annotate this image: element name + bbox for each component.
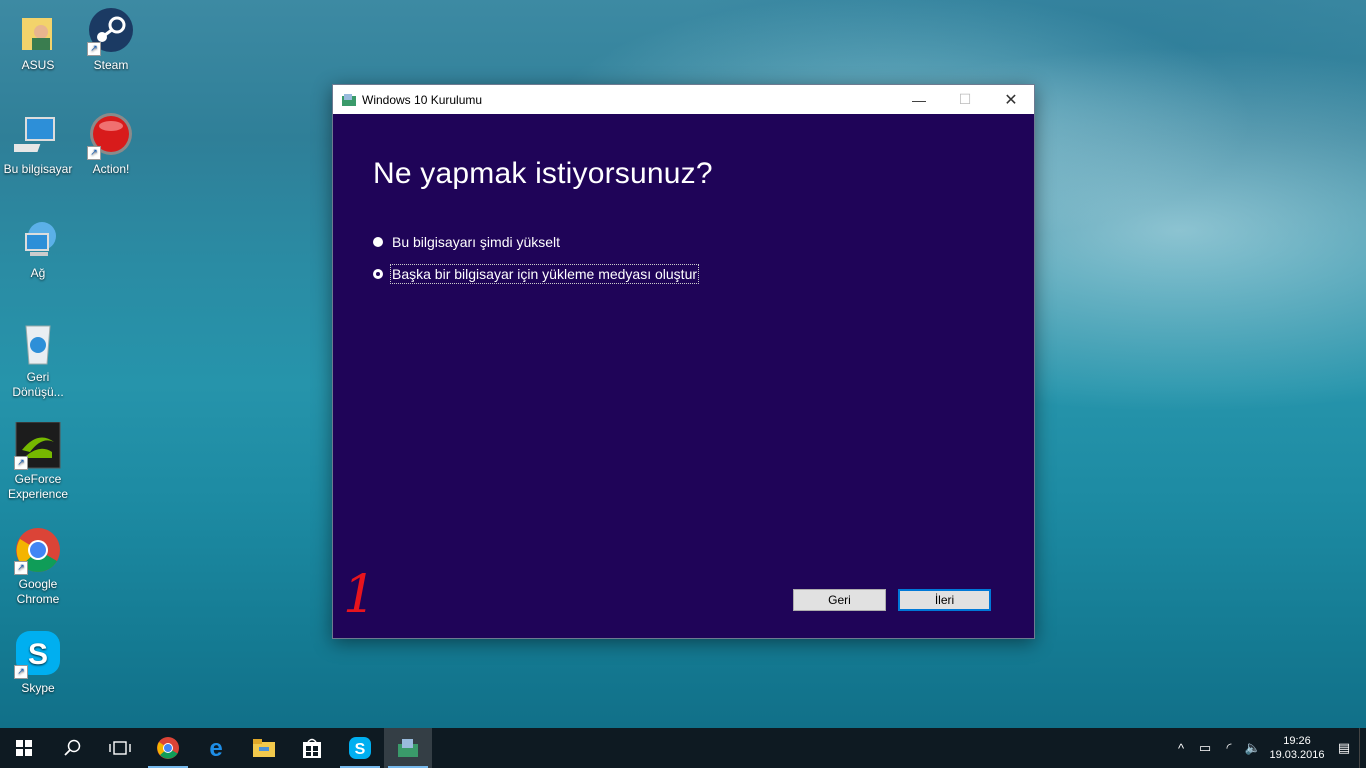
chevron-up-icon[interactable]: ^	[1169, 741, 1193, 756]
desktop-icon-label: GeForce Experience	[7, 472, 69, 501]
battery-icon[interactable]: ▭	[1193, 740, 1217, 756]
clock[interactable]: 19:26 19.03.2016	[1265, 734, 1329, 762]
steam-icon: ↗	[87, 8, 135, 56]
desktop-icon-steam[interactable]: ↗ Steam	[74, 8, 148, 73]
minimize-icon: —	[912, 91, 926, 108]
desktop-icon-chrome[interactable]: ↗ Google Chrome	[1, 527, 75, 607]
taskbar: e S ^ ▭ ◜ 🔈 19:26 19.03.2016 ▤	[0, 728, 1366, 768]
shortcut-arrow-icon: ↗	[14, 561, 28, 575]
taskbar-store[interactable]	[288, 728, 336, 768]
task-view-button[interactable]	[96, 728, 144, 768]
taskbar-edge[interactable]: e	[192, 728, 240, 768]
shortcut-arrow-icon: ↗	[14, 456, 28, 470]
desktop-icon-label: Steam	[93, 58, 129, 72]
desktop-icon-this-pc[interactable]: Bu bilgisayar	[1, 112, 75, 177]
windows-setup-icon	[398, 739, 418, 757]
taskbar-file-explorer[interactable]	[240, 728, 288, 768]
radio-button-selected[interactable]	[373, 269, 383, 279]
shortcut-arrow-icon: ↗	[87, 146, 101, 160]
maximize-button: ☐	[942, 85, 988, 114]
show-desktop-button[interactable]	[1359, 728, 1366, 768]
window-titlebar[interactable]: Windows 10 Kurulumu — ☐ ✕	[333, 85, 1034, 114]
chrome-icon: ↗	[14, 527, 62, 575]
wifi-icon[interactable]: ◜	[1217, 740, 1241, 756]
option-upgrade-this-pc[interactable]: Bu bilgisayarı şimdi yükselt	[373, 234, 560, 250]
desktop-icon-geforce[interactable]: ↗ GeForce Experience	[1, 421, 75, 502]
shortcut-arrow-icon: ↗	[87, 42, 101, 56]
network-icon	[14, 216, 62, 264]
windows-setup-icon	[342, 93, 356, 106]
desktop-icon-label: ASUS	[21, 58, 55, 72]
setup-window[interactable]: Windows 10 Kurulumu — ☐ ✕ Ne yapmak isti…	[332, 84, 1035, 639]
taskbar-chrome[interactable]	[144, 728, 192, 768]
shortcut-arrow-icon: ↗	[14, 665, 28, 679]
skype-icon: S ↗	[14, 631, 62, 679]
desktop-icon-label: Action!	[92, 162, 130, 176]
store-icon	[303, 738, 321, 758]
close-icon: ✕	[1004, 91, 1018, 109]
start-button[interactable]	[0, 728, 48, 768]
user-folder-icon	[14, 8, 62, 56]
desktop-icon-recycle-bin[interactable]: Geri Dönüşü...	[1, 320, 75, 400]
svg-text:S: S	[355, 741, 366, 758]
nvidia-icon: ↗	[14, 421, 62, 470]
back-button[interactable]: Geri	[793, 589, 886, 611]
annotation-number: 1	[343, 565, 377, 625]
desktop-icon-label: Skype	[21, 681, 55, 695]
option-label: Başka bir bilgisayar için yükleme medyas…	[389, 264, 700, 284]
radio-button[interactable]	[373, 237, 383, 247]
window-content: Ne yapmak istiyorsunuz? Bu bilgisayarı ş…	[333, 115, 1034, 638]
search-icon	[64, 739, 81, 756]
page-title: Ne yapmak istiyorsunuz?	[373, 157, 713, 190]
task-view-icon	[109, 741, 131, 755]
maximize-icon: ☐	[958, 91, 972, 107]
desktop-icon-label: Bu bilgisayar	[3, 162, 73, 176]
option-label: Bu bilgisayarı şimdi yükselt	[392, 234, 561, 250]
next-button[interactable]: İleri	[898, 589, 991, 611]
recycle-bin-icon	[14, 320, 62, 368]
option-create-media[interactable]: Başka bir bilgisayar için yükleme medyas…	[373, 264, 700, 284]
volume-icon[interactable]: 🔈	[1241, 740, 1265, 756]
desktop-icon-network[interactable]: Ağ	[1, 216, 75, 281]
search-button[interactable]	[48, 728, 96, 768]
start-icon	[16, 740, 32, 756]
clock-date: 19.03.2016	[1269, 749, 1325, 761]
record-icon: ↗	[87, 112, 135, 160]
svg-text:e: e	[209, 737, 222, 759]
clock-time: 19:26	[1283, 735, 1311, 747]
desktop-icon-label: Google Chrome	[16, 577, 60, 606]
edge-icon: e	[209, 737, 222, 759]
system-tray: ^ ▭ ◜ 🔈 19:26 19.03.2016 ▤	[1169, 728, 1366, 768]
desktop-icon-asus[interactable]: ASUS	[1, 8, 75, 73]
desktop-icon-label: Geri Dönüşü...	[12, 370, 64, 399]
desktop-icon-skype[interactable]: S ↗ Skype	[1, 631, 75, 696]
desktop-icon-action[interactable]: ↗ Action!	[74, 112, 148, 177]
computer-icon	[7, 112, 62, 160]
chrome-icon	[157, 737, 179, 759]
action-center-icon[interactable]: ▤	[1329, 740, 1359, 756]
svg-text:S: S	[28, 638, 48, 671]
close-button[interactable]: ✕	[988, 85, 1034, 114]
window-title: Windows 10 Kurulumu	[362, 92, 483, 107]
file-explorer-icon	[253, 739, 275, 757]
taskbar-skype[interactable]: S	[336, 728, 384, 768]
desktop-icon-label: Ağ	[30, 266, 46, 280]
minimize-button[interactable]: —	[896, 85, 942, 114]
taskbar-windows-setup[interactable]	[384, 728, 432, 768]
skype-icon: S	[349, 737, 371, 759]
